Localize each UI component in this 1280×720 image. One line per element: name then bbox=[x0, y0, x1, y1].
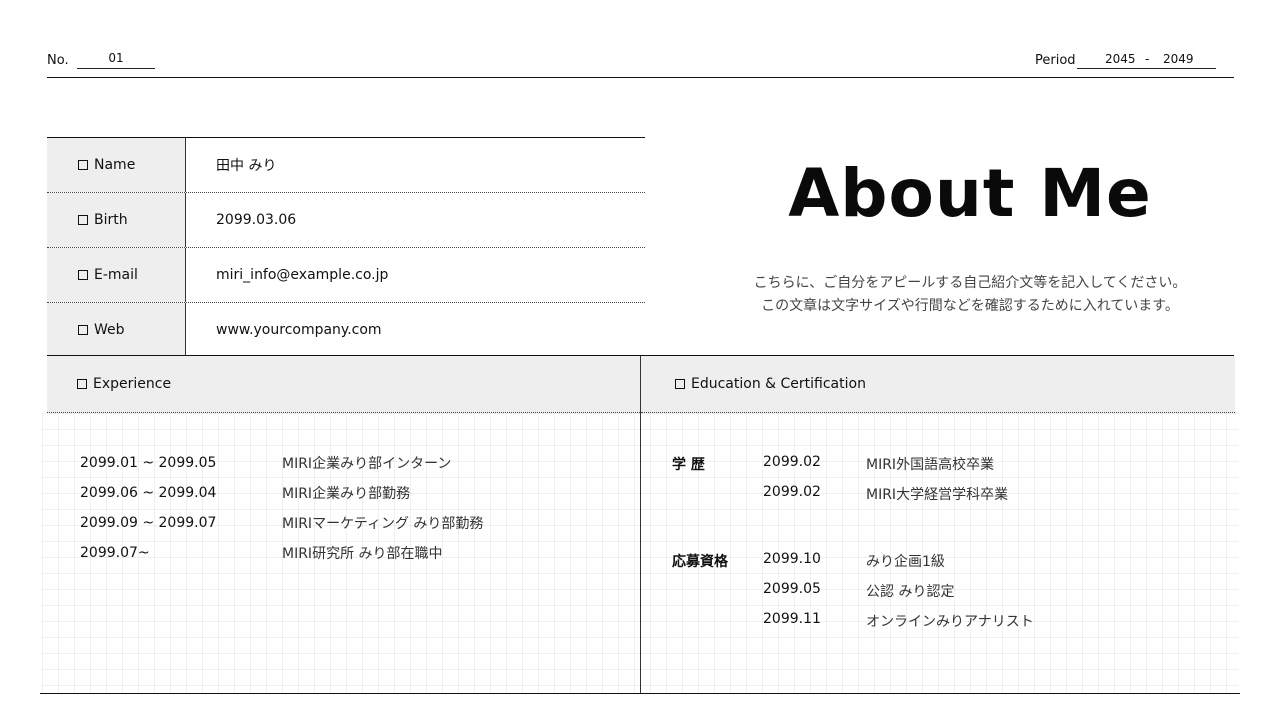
checkbox-icon bbox=[78, 160, 88, 170]
profile-value: miri_info@example.co.jp bbox=[216, 267, 389, 283]
education-desc: オンラインみりアナリスト bbox=[866, 614, 1034, 630]
period-label: Period bbox=[1035, 53, 1076, 68]
checkbox-icon bbox=[78, 270, 88, 280]
education-date: 2099.10 bbox=[763, 551, 821, 567]
checkbox-icon bbox=[78, 215, 88, 225]
footer-rule bbox=[40, 693, 1240, 694]
checkbox-icon bbox=[78, 325, 88, 335]
experience-date: 2099.09 ~ 2099.07 bbox=[80, 515, 217, 531]
period-field: 2045 - 2049 bbox=[1077, 51, 1216, 69]
profile-value: www.yourcompany.com bbox=[216, 322, 382, 338]
profile-value: 田中 みり bbox=[216, 158, 277, 174]
period-end: 2049 bbox=[1163, 52, 1194, 66]
header-rule bbox=[47, 77, 1234, 78]
education-category: 応募資格 bbox=[672, 554, 728, 570]
profile-row-birth: Birth 2099.03.06 bbox=[47, 192, 645, 247]
list-item: 2099.05 公認 みり認定 bbox=[0, 578, 1280, 602]
profile-label: E-mail bbox=[94, 267, 138, 283]
about-title: About Me bbox=[788, 155, 1152, 232]
profile-row-email: E-mail miri_info@example.co.jp bbox=[47, 247, 645, 302]
list-item: 2099.09 ~ 2099.07 MIRIマーケティング みり部勤務 bbox=[80, 511, 620, 535]
list-item: 2099.11 オンラインみりアナリスト bbox=[0, 608, 1280, 632]
profile-label: Birth bbox=[94, 212, 128, 228]
about-line-2: この文章は文字サイズや行間などを確認するために入れています。 bbox=[761, 298, 1179, 314]
profile-label: Name bbox=[94, 157, 136, 173]
number-value: 01 bbox=[77, 51, 155, 69]
about-description: こちらに、ご自分をアピールする自己紹介文等を記入してください。 この文章は文字サ… bbox=[690, 272, 1250, 318]
profile-table: Name 田中 みり Birth 2099.03.06 E-mail miri_… bbox=[47, 137, 645, 358]
education-date: 2099.02 bbox=[763, 484, 821, 500]
experience-heading: Experience bbox=[93, 376, 172, 392]
education-date: 2099.11 bbox=[763, 611, 821, 627]
period-start: 2045 bbox=[1105, 52, 1136, 66]
checkbox-icon bbox=[675, 379, 685, 389]
education-header: Education & Certification bbox=[641, 356, 1235, 413]
profile-row-web: Web www.yourcompany.com bbox=[47, 302, 645, 357]
column-divider bbox=[640, 356, 641, 694]
experience-desc: MIRIマーケティング みり部勤務 bbox=[282, 516, 484, 532]
list-item: 学 歴 2099.02 MIRI外国語高校卒業 bbox=[0, 451, 1280, 475]
list-item: 応募資格 2099.10 みり企画1級 bbox=[0, 548, 1280, 572]
experience-header: Experience bbox=[47, 356, 640, 413]
profile-value: 2099.03.06 bbox=[216, 212, 297, 228]
education-desc: MIRI大学経営学科卒業 bbox=[866, 487, 1009, 503]
number-label: No. bbox=[47, 53, 69, 68]
profile-label: Web bbox=[94, 322, 125, 338]
profile-row-name: Name 田中 みり bbox=[47, 138, 645, 192]
education-category: 学 歴 bbox=[672, 457, 705, 473]
education-desc: MIRI外国語高校卒業 bbox=[866, 457, 995, 473]
education-desc: 公認 みり認定 bbox=[866, 584, 955, 600]
checkbox-icon bbox=[77, 379, 87, 389]
period-separator: - bbox=[1145, 52, 1150, 66]
about-line-1: こちらに、ご自分をアピールする自己紹介文等を記入してください。 bbox=[753, 275, 1187, 291]
education-desc: みり企画1級 bbox=[866, 554, 945, 570]
education-heading: Education & Certification bbox=[691, 376, 866, 392]
education-date: 2099.02 bbox=[763, 454, 821, 470]
education-date: 2099.05 bbox=[763, 581, 821, 597]
list-item: 2099.02 MIRI大学経営学科卒業 bbox=[0, 481, 1280, 505]
